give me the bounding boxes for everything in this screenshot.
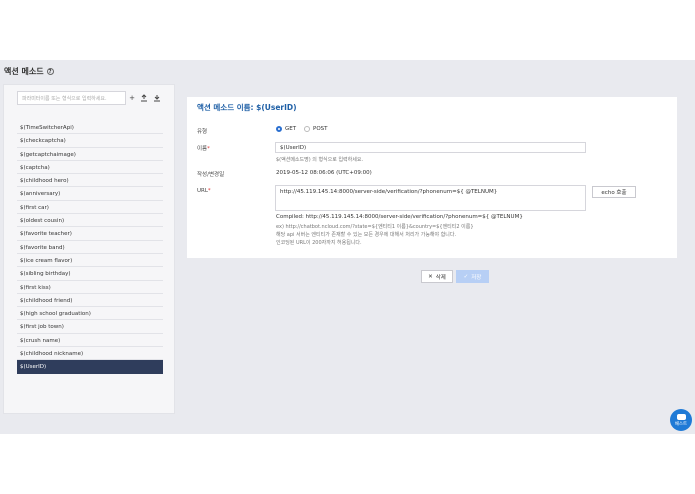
echo-call-button[interactable]: echo 호출 bbox=[592, 186, 636, 198]
chat-widget-button[interactable]: 채스트 bbox=[670, 409, 692, 431]
method-list-item[interactable]: $(first car) bbox=[17, 201, 163, 215]
radio-post[interactable]: POST bbox=[304, 126, 328, 132]
method-list-item[interactable]: $(high school graduation) bbox=[17, 307, 163, 321]
method-list-item[interactable]: $(first kiss) bbox=[17, 281, 163, 294]
method-list-item[interactable]: $(childhood hero) bbox=[17, 174, 163, 188]
compiled-url: Compiled: http://45.119.145.14:8000/serv… bbox=[276, 214, 523, 220]
close-icon: ✕ bbox=[428, 273, 433, 280]
chat-bubble-icon bbox=[676, 413, 686, 420]
date-label: 작성/변경일 bbox=[197, 172, 225, 178]
method-list-item[interactable]: $(getcaptchaimage) bbox=[17, 148, 163, 161]
radio-get[interactable]: GET bbox=[276, 126, 296, 132]
method-list-item[interactable]: $(checkcaptcha) bbox=[17, 134, 163, 148]
method-sidebar: 파라미터이름 또는 형식으로 입력하세요. + $(TimeSwitcherAp… bbox=[3, 84, 175, 414]
download-icon[interactable] bbox=[151, 91, 163, 105]
url-label: URL* bbox=[197, 188, 211, 194]
method-list-item[interactable]: $(childhood nickname) bbox=[17, 347, 163, 361]
delete-button[interactable]: ✕ 삭제 bbox=[421, 270, 453, 283]
save-button[interactable]: ✓ 저장 bbox=[456, 270, 489, 283]
method-list-item[interactable]: $(UserID) bbox=[17, 360, 163, 374]
method-list-item[interactable]: $(anniversary) bbox=[17, 187, 163, 201]
method-list-item[interactable]: $(favorite teacher) bbox=[17, 227, 163, 241]
date-value: 2019-05-12 08:06:06 (UTC+09:00) bbox=[276, 170, 372, 176]
url-hint-3: 인코딩된 URL이 200자까지 허용됩니다. bbox=[276, 240, 362, 246]
method-list: $(TimeSwitcherApi) $(checkcaptcha) $(getca… bbox=[17, 121, 163, 374]
method-list-item[interactable]: $(ice cream flavor) bbox=[17, 254, 163, 268]
name-hint: $(액션메소드명) 의 형식으로 입력하세요. bbox=[276, 157, 364, 163]
method-list-item[interactable]: $(captcha) bbox=[17, 161, 163, 175]
method-detail-panel: 액션 메소드 이름: $(UserID) 유형 GET POST 이름* $(U… bbox=[187, 97, 677, 258]
method-list-item[interactable]: $(TimeSwitcherApi) bbox=[17, 121, 163, 135]
upload-icon[interactable] bbox=[138, 91, 150, 105]
method-list-item[interactable]: $(crush name) bbox=[17, 334, 163, 348]
radio-get-indicator[interactable] bbox=[276, 126, 282, 132]
method-list-item[interactable]: $(favorite band) bbox=[17, 241, 163, 254]
type-label: 유형 bbox=[197, 129, 208, 135]
url-hint-1: ex) http://chatbot.ncloud.com/?state=${엔… bbox=[276, 224, 474, 230]
name-label: 이름* bbox=[197, 146, 210, 152]
method-list-item[interactable]: $(childhood friend) bbox=[17, 294, 163, 308]
add-icon[interactable]: + bbox=[126, 91, 138, 105]
page-title: 액션 메소드 ? bbox=[4, 66, 54, 77]
search-input[interactable]: 파라미터이름 또는 형식으로 입력하세요. bbox=[17, 91, 126, 105]
check-icon: ✓ bbox=[463, 273, 469, 280]
help-icon[interactable]: ? bbox=[46, 68, 54, 75]
detail-title: 액션 메소드 이름: $(UserID) bbox=[197, 103, 297, 112]
method-list-item[interactable]: $(sibling birthday) bbox=[17, 267, 163, 281]
method-list-item[interactable]: $(first job town) bbox=[17, 320, 163, 334]
method-list-item[interactable]: $(oldest cousin) bbox=[17, 214, 163, 228]
radio-post-indicator[interactable] bbox=[304, 126, 310, 132]
url-input[interactable]: http://45.119.145.14:8000/server-side/ve… bbox=[275, 185, 586, 211]
url-hint-2: 해당 api 서버는 엔티티가 존재할 수 있는 모든 경우에 대해서 처리가 … bbox=[276, 232, 457, 238]
name-input[interactable]: $(UserID) bbox=[275, 142, 586, 153]
